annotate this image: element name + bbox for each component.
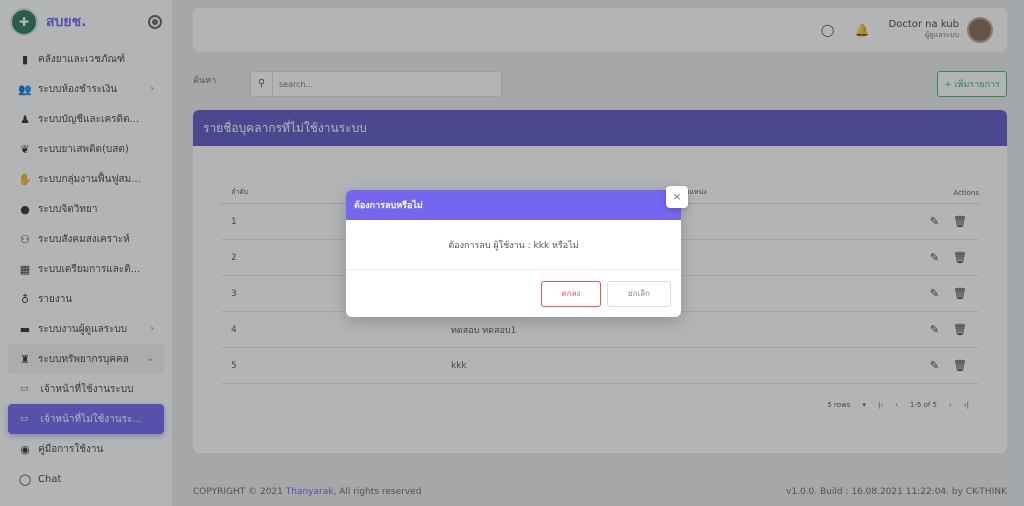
- modal-close-button[interactable]: ×: [666, 186, 688, 208]
- modal-title: ต้องการลบหรือไม่: [346, 190, 681, 220]
- confirm-delete-button[interactable]: ตกลง: [541, 280, 601, 307]
- modal-message: ต้องการลบ ผู้ใช้งาน : kkk หรือไม่: [346, 220, 681, 270]
- cancel-button[interactable]: ยกเลิก: [607, 280, 671, 307]
- modal-footer: ตกลง ยกเลิก: [346, 270, 681, 317]
- delete-confirm-modal: ต้องการลบหรือไม่ × ต้องการลบ ผู้ใช้งาน :…: [346, 186, 688, 317]
